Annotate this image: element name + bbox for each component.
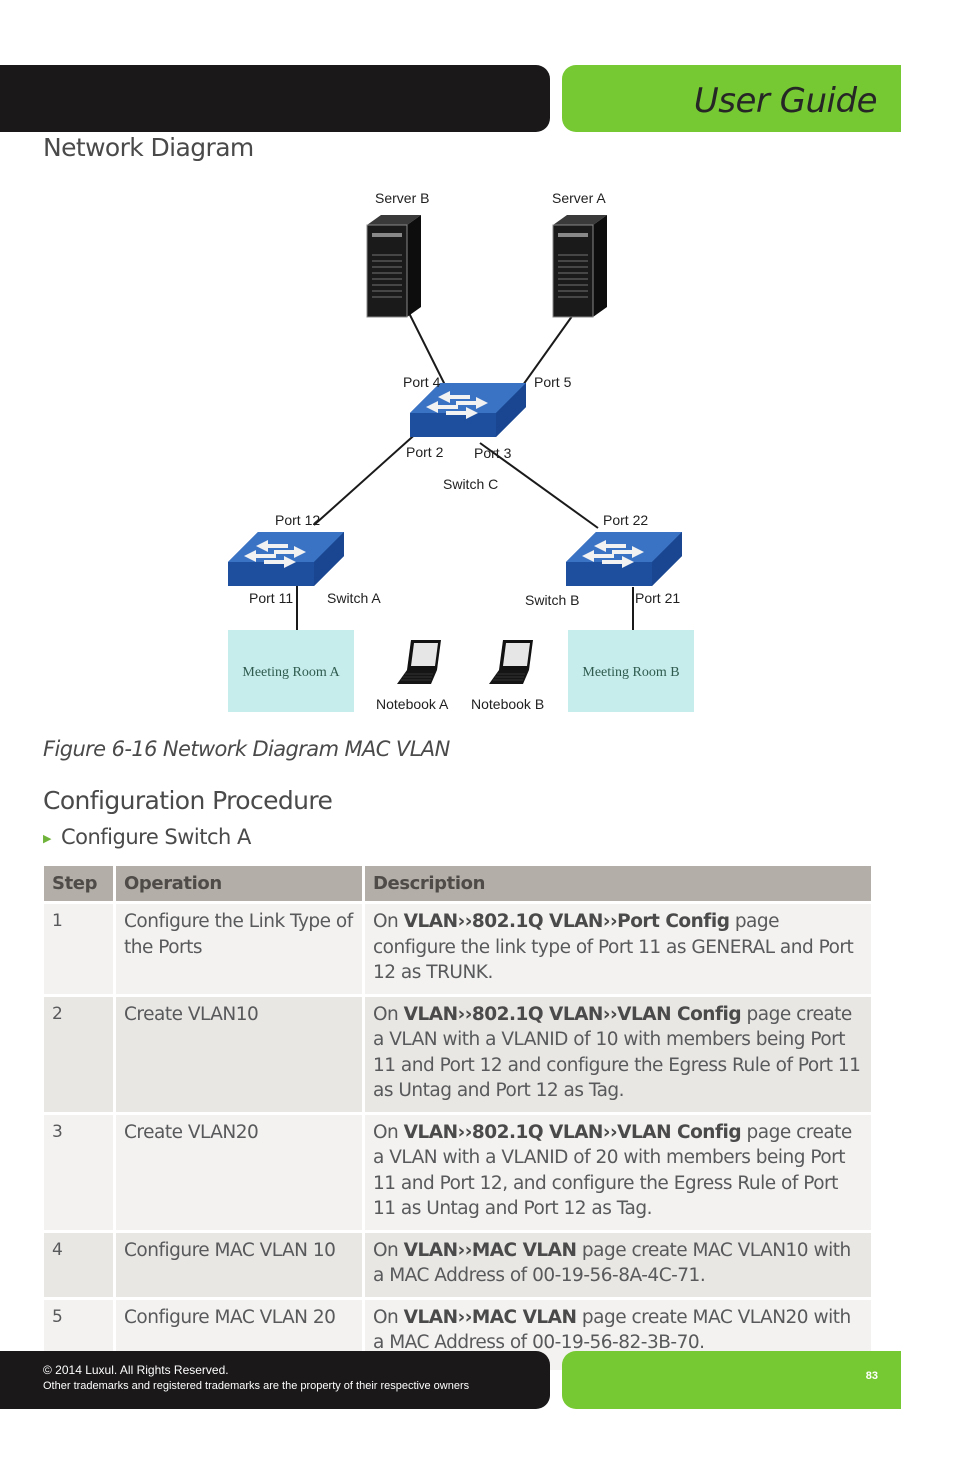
desc-prefix: On <box>373 1003 404 1025</box>
description-cell: On VLAN››MAC VLAN page create MAC VLAN10… <box>365 1232 871 1297</box>
trademark-text: Other trademarks and registered trademar… <box>43 1380 470 1392</box>
notebook-a-icon <box>396 639 442 685</box>
cable-serverB-switchC <box>404 304 446 386</box>
server-b-icon <box>366 214 422 318</box>
step-number: 2 <box>44 996 113 1112</box>
operation-cell: Create VLAN10 <box>116 996 362 1112</box>
header-step: Step <box>44 866 113 901</box>
figure-caption: Figure 6-16 Network Diagram MAC VLAN <box>43 737 450 761</box>
header-black-bar <box>0 65 550 132</box>
copyright-text: © 2014 Luxul. All Rights Reserved. <box>43 1363 229 1377</box>
document-title: User Guide <box>693 81 878 121</box>
server-b-label: Server B <box>375 190 429 206</box>
menu-path: VLAN››802.1Q VLAN››VLAN Config <box>403 1121 742 1143</box>
menu-path: VLAN››802.1Q VLAN››Port Config <box>403 911 730 932</box>
meeting-room-b-label: Meeting Room B <box>582 665 679 680</box>
server-a-label: Server A <box>552 190 606 206</box>
notebook-b-label: Notebook B <box>471 696 544 712</box>
menu-path: VLAN››802.1Q VLAN››VLAN Config <box>403 1003 742 1025</box>
menu-path: VLAN››MAC VLAN <box>403 1239 577 1261</box>
triangle-right-icon: ▶ <box>43 831 51 845</box>
desc-prefix: On <box>373 1306 404 1328</box>
footer-green-bar: 83 <box>562 1351 901 1409</box>
operation-cell: Configure the Link Type of the Ports <box>116 904 362 994</box>
footer-black-bar: © 2014 Luxul. All Rights Reserved. Other… <box>0 1351 550 1409</box>
switch-a-label: Switch A <box>327 590 381 606</box>
switch-c-port-5: Port 5 <box>534 374 572 390</box>
desc-prefix: On <box>373 1239 404 1261</box>
table-row: 3 Create VLAN20 On VLAN››802.1Q VLAN››VL… <box>44 1114 871 1230</box>
desc-prefix: On <box>373 1121 404 1143</box>
network-diagram: Server B Server A Port 4 Port 5 Port 2 P… <box>220 185 720 725</box>
menu-path: VLAN››MAC VLAN <box>403 1306 577 1328</box>
notebook-a-label: Notebook A <box>376 696 449 712</box>
switch-b-port-21: Port 21 <box>635 590 680 606</box>
bullet-configure-switch-a: ▶ Configure Switch A <box>43 825 251 849</box>
step-number: 4 <box>44 1232 113 1297</box>
switch-c-port-4: Port 4 <box>403 374 441 390</box>
table-row: 4 Configure MAC VLAN 10 On VLAN››MAC VLA… <box>44 1232 871 1297</box>
description-cell: On VLAN››802.1Q VLAN››VLAN Config page c… <box>365 1114 871 1230</box>
switch-a-port-12: Port 12 <box>275 512 320 528</box>
cable-switchC-switchA <box>313 429 421 526</box>
table-header-row: Step Operation Description <box>44 866 871 901</box>
description-cell: On VLAN››802.1Q VLAN››VLAN Config page c… <box>365 996 871 1112</box>
bullet-text: Configure Switch A <box>60 825 251 849</box>
switch-b-label: Switch B <box>525 592 579 608</box>
operation-cell: Configure MAC VLAN 10 <box>116 1232 362 1297</box>
table-row: 2 Create VLAN10 On VLAN››802.1Q VLAN››VL… <box>44 996 871 1112</box>
header-green-bar: User Guide <box>562 65 901 132</box>
description-cell: On VLAN››802.1Q VLAN››Port Config page c… <box>365 904 871 994</box>
switch-b-port-22: Port 22 <box>603 512 648 528</box>
operation-cell: Create VLAN20 <box>116 1114 362 1230</box>
section-title-configuration-procedure: Configuration Procedure <box>43 786 333 815</box>
section-title-network-diagram: Network Diagram <box>43 133 254 162</box>
configuration-steps-table: Step Operation Description 1 Configure t… <box>41 863 874 1373</box>
switch-c-label: Switch C <box>443 476 498 492</box>
switch-b-icon <box>566 532 682 586</box>
header-description: Description <box>365 866 871 901</box>
switch-a-port-11: Port 11 <box>249 590 293 606</box>
meeting-room-a-label: Meeting Room A <box>242 665 340 680</box>
step-number: 1 <box>44 904 113 994</box>
switch-c-port-3: Port 3 <box>474 445 512 461</box>
server-a-icon <box>552 214 608 318</box>
switch-c-port-2: Port 2 <box>406 444 444 460</box>
header-operation: Operation <box>116 866 362 901</box>
step-number: 3 <box>44 1114 113 1230</box>
switch-c-icon <box>410 383 526 437</box>
table-row: 1 Configure the Link Type of the Ports O… <box>44 904 871 994</box>
notebook-b-icon <box>488 639 534 685</box>
switch-a-icon <box>228 532 344 586</box>
page-number: 83 <box>865 1370 878 1382</box>
desc-prefix: On <box>373 911 404 932</box>
